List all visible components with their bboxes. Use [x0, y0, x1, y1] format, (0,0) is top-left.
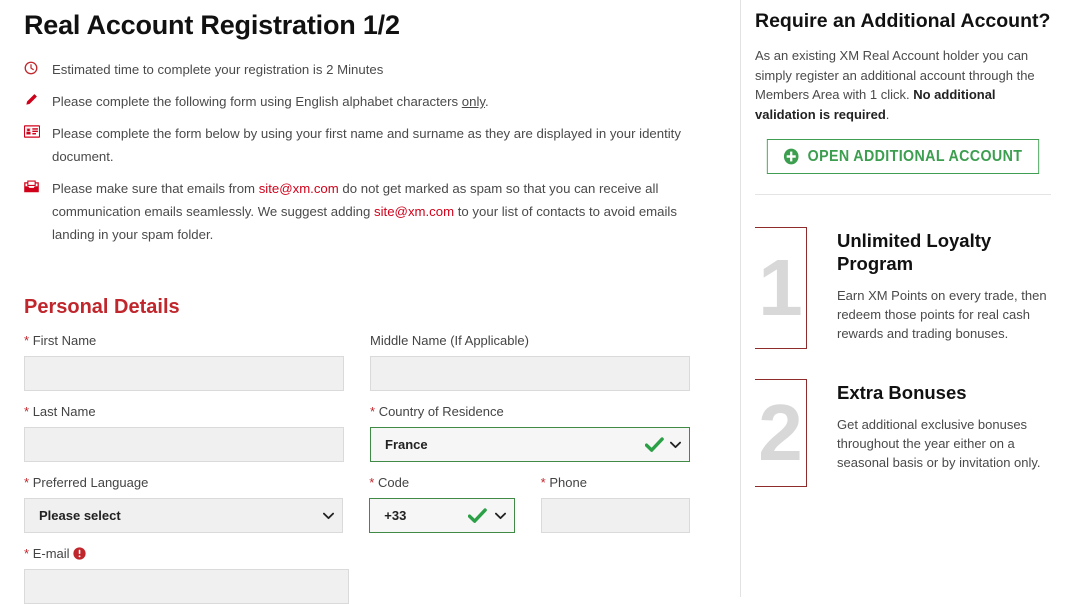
label-text: Code	[377, 475, 410, 490]
email-link[interactable]: site@xm.com	[374, 204, 454, 219]
label-text: Country of Residence	[378, 404, 504, 419]
first-name-input[interactable]	[24, 356, 344, 391]
info-circle-icon[interactable]	[72, 547, 86, 560]
last-name-input[interactable]	[24, 427, 344, 462]
pencil-icon	[24, 90, 46, 107]
notice-text-part: Please make sure that emails from	[52, 181, 259, 196]
required-marker: *	[24, 404, 30, 419]
required-marker: *	[24, 475, 30, 490]
benefit-number: 1	[758, 243, 803, 332]
benefit-number-box: 1	[755, 227, 807, 349]
preferred-language-select[interactable]: Please select	[24, 498, 344, 533]
form-row-email: * E-mail	[24, 546, 716, 604]
notice-estimated-time: Estimated time to complete your registra…	[24, 58, 716, 81]
benefit-text: Get additional exclusive bonuses through…	[837, 417, 1041, 470]
required-marker: *	[370, 404, 376, 419]
notice-text-underlined: only	[461, 94, 485, 109]
country-select-value: France	[385, 437, 428, 452]
benefit-item: 1 Unlimited Loyalty Program Earn XM Poin…	[755, 227, 1051, 349]
id-card-icon	[23, 122, 46, 138]
language-select-value: Please select	[39, 508, 121, 523]
required-marker: *	[369, 475, 375, 490]
envelope-icon	[24, 177, 46, 193]
notice-english-characters: Please complete the following form using…	[24, 90, 716, 113]
notice-text-part: Estimated time to complete your registra…	[52, 62, 384, 77]
notice-identity-document: Please complete the form below by using …	[23, 122, 716, 168]
valid-check-icon	[644, 436, 664, 453]
field-middle-name: Middle Name (If Applicable)	[370, 333, 690, 391]
form-row-names: * First Name Middle Name (If Applicable)	[24, 333, 716, 391]
notice-email-spam: Please make sure that emails from site@x…	[24, 177, 716, 246]
notice-text-part: .	[485, 94, 489, 109]
label-text: Phone	[549, 475, 587, 490]
language-select-wrapper: Please select	[24, 498, 344, 533]
code-select[interactable]: +33	[369, 498, 515, 533]
page-title: Real Account Registration 1/2	[24, 10, 400, 40]
field-country-of-residence: * Country of Residence France	[370, 404, 690, 462]
code-select-wrapper: +33	[369, 498, 515, 533]
personal-details-form: * First Name Middle Name (If Applicable)…	[24, 333, 716, 604]
chevron-down-icon	[494, 512, 506, 520]
open-additional-account-label: OPEN ADDITIONAL ACCOUNT	[807, 147, 1023, 165]
required-marker: *	[540, 475, 546, 490]
benefit-number-box: 2	[755, 379, 807, 487]
country-select[interactable]: France	[370, 427, 690, 462]
benefit-item: 2 Extra Bonuses Get additional exclusive…	[755, 379, 1051, 487]
required-marker: *	[24, 333, 30, 348]
phone-label: * Phone	[541, 475, 690, 491]
label-text: First Name	[32, 333, 97, 348]
sidebar-title: Require an Additional Account?	[755, 10, 1051, 32]
sidebar-paragraph-part: .	[885, 106, 890, 122]
plus-circle-icon	[784, 148, 800, 165]
required-marker: *	[24, 546, 30, 561]
notice-text: Please make sure that emails from site@x…	[52, 177, 716, 246]
code-label: * Code	[369, 475, 514, 491]
valid-check-icon	[467, 507, 487, 524]
personal-details-heading: Personal Details	[24, 296, 180, 318]
notice-text-part: Please complete the following form using…	[52, 94, 462, 109]
label-text: Preferred Language	[32, 475, 149, 490]
benefit-title: Extra Bonuses	[837, 382, 967, 403]
field-first-name: * First Name	[24, 333, 344, 391]
notice-text: Estimated time to complete your registra…	[52, 58, 716, 81]
sidebar: Require an Additional Account? As an exi…	[740, 0, 1077, 597]
open-additional-account-button[interactable]: OPEN ADDITIONAL ACCOUNT	[766, 139, 1040, 174]
sidebar-paragraph: As an existing XM Real Account holder yo…	[755, 46, 1051, 124]
preferred-language-label: * Preferred Language	[24, 475, 343, 491]
email-label: * E-mail	[24, 546, 349, 562]
form-row-lastname-country: * Last Name * Country of Residence Franc…	[24, 404, 716, 462]
email-link[interactable]: site@xm.com	[259, 181, 339, 196]
registration-main-column: Real Account Registration 1/2 Estimated …	[0, 0, 740, 604]
chevron-down-icon	[670, 441, 681, 449]
field-preferred-language: * Preferred Language Please select	[24, 475, 344, 533]
last-name-label: * Last Name	[24, 404, 344, 420]
form-row-language-phone: * Preferred Language Please select * Cod…	[24, 475, 716, 533]
first-name-label: * First Name	[24, 333, 344, 349]
field-last-name: * Last Name	[24, 404, 344, 462]
benefit-body: Unlimited Loyalty Program Earn XM Points…	[837, 227, 1051, 349]
registration-page: Real Account Registration 1/2 Estimated …	[0, 0, 1077, 604]
middle-name-label: Middle Name (If Applicable)	[370, 333, 529, 348]
field-email: * E-mail	[24, 546, 349, 604]
benefit-body: Extra Bonuses Get additional exclusive b…	[837, 379, 1051, 487]
code-select-value: +33	[384, 508, 407, 523]
notice-text: Please complete the following form using…	[52, 90, 716, 113]
sidebar-divider	[755, 194, 1051, 195]
notice-list: Estimated time to complete your registra…	[23, 58, 716, 246]
benefit-text: Earn XM Points on every trade, then rede…	[837, 288, 1047, 341]
field-code: * Code +33	[369, 475, 515, 533]
benefit-title: Unlimited Loyalty Program	[837, 230, 992, 274]
chevron-down-icon	[323, 512, 335, 520]
country-select-wrapper: France	[370, 427, 690, 462]
field-phone: * Phone	[540, 475, 690, 533]
clock-icon	[24, 58, 46, 75]
benefit-number: 2	[758, 388, 803, 477]
notice-text: Please complete the form below by using …	[52, 126, 681, 164]
phone-input[interactable]	[540, 498, 690, 533]
label-text: E-mail	[32, 546, 70, 561]
middle-name-input[interactable]	[370, 356, 690, 391]
label-text: Last Name	[32, 404, 96, 419]
email-input[interactable]	[24, 569, 349, 604]
country-label: * Country of Residence	[370, 404, 690, 420]
